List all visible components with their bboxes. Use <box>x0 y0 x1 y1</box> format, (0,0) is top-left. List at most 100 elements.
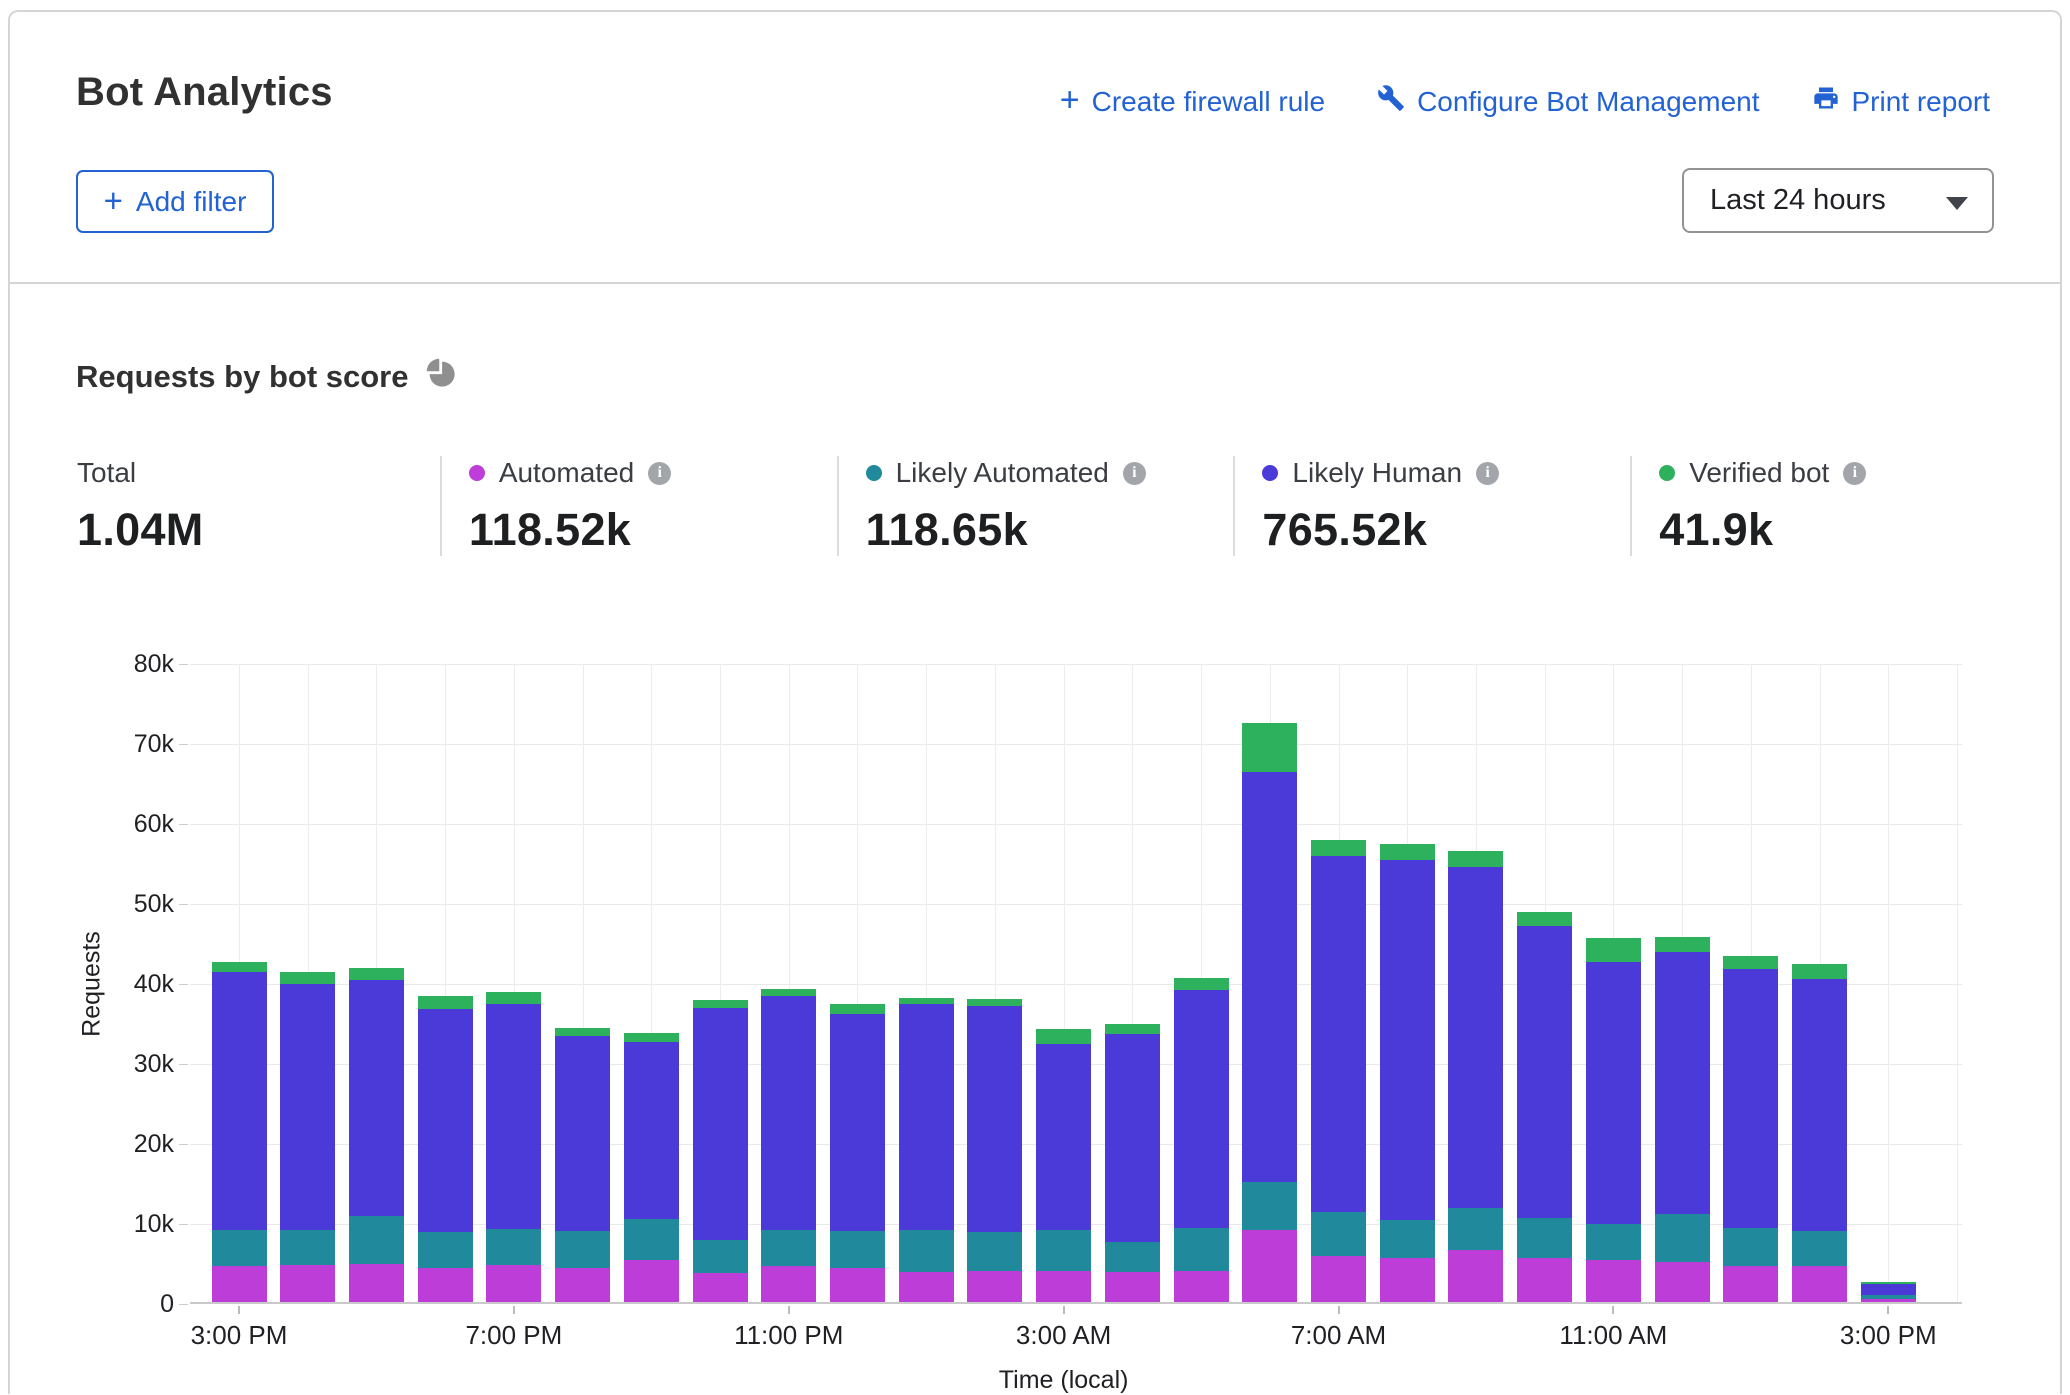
stat-total-label: Total <box>77 457 136 489</box>
y-tick-label: 80k <box>10 650 174 679</box>
bar-segment-automated <box>624 1260 679 1302</box>
section-title-row: Requests by bot score <box>76 358 456 396</box>
x-tick-label: 3:00 AM <box>979 1320 1149 1351</box>
bar-segment-verified-bot <box>1105 1024 1160 1034</box>
bar-300pm[interactable] <box>1861 1282 1916 1302</box>
bar-1000am[interactable] <box>1517 912 1572 1302</box>
bar-segment-likely-automated <box>830 1231 885 1269</box>
bar-segment-likely-human <box>624 1042 679 1219</box>
bar-segment-likely-human <box>1792 979 1847 1231</box>
y-tick-label: 50k <box>10 890 174 919</box>
bar-segment-automated <box>486 1265 541 1302</box>
bar-segment-likely-automated <box>899 1230 954 1272</box>
y-tick-mark <box>179 744 188 745</box>
requests-by-bot-score-chart: Requests 010k20k30k40k50k60k70k80k3:00 P… <box>10 620 2060 1390</box>
bar-segment-likely-automated <box>418 1232 473 1268</box>
bot-analytics-card: Bot Analytics + Create firewall rule Con… <box>8 10 2062 1394</box>
printer-icon <box>1812 84 1840 119</box>
bar-600am[interactable] <box>1242 723 1297 1302</box>
bar-1200am[interactable] <box>830 1004 885 1302</box>
plus-icon: + <box>104 184 123 217</box>
bar-segment-verified-bot <box>1242 723 1297 772</box>
bar-segment-likely-human <box>830 1014 885 1231</box>
bar-500am[interactable] <box>1174 978 1229 1302</box>
x-tick-mark <box>513 1306 515 1314</box>
bar-segment-likely-automated <box>624 1219 679 1260</box>
bar-segment-likely-human <box>1723 969 1778 1228</box>
stat-verified-bot: Verified bot i 41.9k <box>1630 456 2060 556</box>
y-tick-label: 60k <box>10 810 174 839</box>
v-gridline <box>1957 664 1958 1302</box>
bar-segment-verified-bot <box>1792 964 1847 979</box>
bar-segment-verified-bot <box>1517 912 1572 926</box>
bar-700am[interactable] <box>1311 840 1366 1302</box>
bar-segment-likely-automated <box>1311 1212 1366 1255</box>
bar-1200pm[interactable] <box>1655 937 1710 1302</box>
info-icon[interactable]: i <box>1123 462 1146 485</box>
bar-1100am[interactable] <box>1586 938 1641 1302</box>
create-firewall-rule-link[interactable]: + Create firewall rule <box>1060 86 1325 118</box>
bar-100pm[interactable] <box>1723 956 1778 1302</box>
bar-800pm[interactable] <box>555 1028 610 1302</box>
info-icon[interactable]: i <box>648 462 671 485</box>
bar-segment-automated <box>555 1268 610 1302</box>
bar-900pm[interactable] <box>624 1033 679 1302</box>
bar-segment-verified-bot <box>1723 956 1778 970</box>
bar-segment-verified-bot <box>280 972 335 983</box>
x-tick-label: 11:00 PM <box>704 1320 874 1351</box>
h-gridline <box>190 824 1962 825</box>
bar-200pm[interactable] <box>1792 964 1847 1302</box>
configure-bot-management-link[interactable]: Configure Bot Management <box>1377 84 1759 119</box>
bar-segment-automated <box>1036 1271 1091 1302</box>
bar-segment-likely-human <box>418 1009 473 1231</box>
bar-segment-automated <box>830 1268 885 1302</box>
bar-segment-likely-automated <box>1655 1214 1710 1262</box>
info-icon[interactable]: i <box>1476 462 1499 485</box>
bar-400pm[interactable] <box>280 972 335 1302</box>
bar-segment-likely-automated <box>486 1229 541 1265</box>
bar-segment-likely-human <box>1380 860 1435 1219</box>
bar-100am[interactable] <box>899 998 954 1302</box>
bar-1000pm[interactable] <box>693 1000 748 1302</box>
bar-segment-likely-human <box>555 1036 610 1231</box>
bar-200am[interactable] <box>967 999 1022 1302</box>
bar-segment-likely-automated <box>349 1216 404 1265</box>
bar-segment-likely-automated <box>1448 1208 1503 1250</box>
bar-segment-verified-bot <box>693 1000 748 1007</box>
bar-segment-automated <box>1517 1258 1572 1302</box>
bar-segment-automated <box>761 1266 816 1302</box>
bar-300am[interactable] <box>1036 1029 1091 1302</box>
bar-900am[interactable] <box>1448 851 1503 1302</box>
stat-likely-automated-value: 118.65k <box>866 504 1224 556</box>
bar-segment-likely-automated <box>1105 1242 1160 1272</box>
add-filter-button[interactable]: + Add filter <box>76 170 274 233</box>
bar-segment-likely-human <box>1174 990 1229 1228</box>
bar-600pm[interactable] <box>418 996 473 1302</box>
bar-segment-likely-automated <box>1174 1228 1229 1270</box>
bar-segment-likely-automated <box>1723 1228 1778 1266</box>
bar-segment-verified-bot <box>1655 937 1710 951</box>
bar-segment-verified-bot <box>1380 844 1435 860</box>
print-report-link[interactable]: Print report <box>1812 84 1991 119</box>
bar-segment-verified-bot <box>1311 840 1366 855</box>
bar-segment-verified-bot <box>1586 938 1641 962</box>
bar-800am[interactable] <box>1380 844 1435 1302</box>
bar-segment-likely-human <box>280 984 335 1230</box>
bar-segment-likely-human <box>1655 952 1710 1214</box>
bar-300pm[interactable] <box>212 962 267 1302</box>
bar-segment-verified-bot <box>967 999 1022 1006</box>
bar-1100pm[interactable] <box>761 989 816 1302</box>
time-range-select[interactable]: Last 24 hours <box>1682 168 1994 233</box>
bar-segment-likely-human <box>1036 1044 1091 1230</box>
bar-500pm[interactable] <box>349 968 404 1302</box>
y-tick-label: 0 <box>10 1290 174 1319</box>
bar-segment-likely-human <box>1517 926 1572 1218</box>
bar-400am[interactable] <box>1105 1024 1160 1302</box>
bar-segment-automated <box>967 1271 1022 1302</box>
y-tick-label: 70k <box>10 730 174 759</box>
page-title: Bot Analytics <box>76 70 333 115</box>
bar-segment-automated <box>1655 1262 1710 1302</box>
bar-segment-likely-human <box>1861 1284 1916 1295</box>
bar-700pm[interactable] <box>486 992 541 1302</box>
info-icon[interactable]: i <box>1843 462 1866 485</box>
